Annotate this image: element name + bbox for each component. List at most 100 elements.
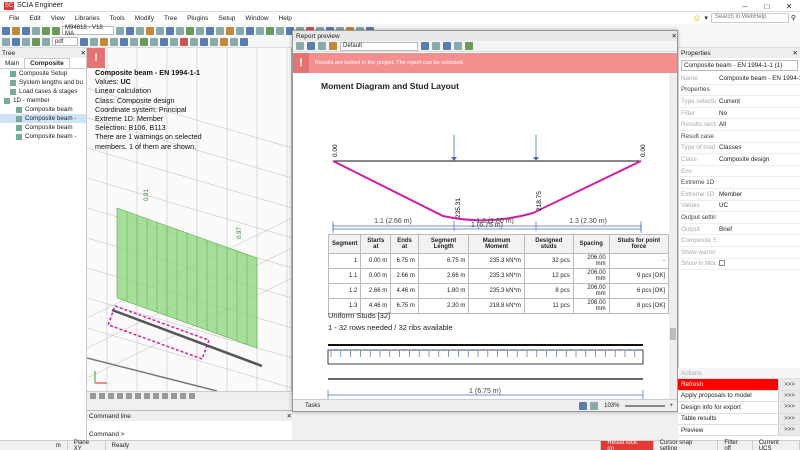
ucs-status[interactable]: Current UCS <box>753 440 800 450</box>
menu-tools[interactable]: Tools <box>105 15 130 22</box>
tool-icon[interactable] <box>226 26 234 35</box>
tool-icon[interactable] <box>256 26 264 35</box>
view-icon[interactable] <box>189 393 195 399</box>
command-input[interactable]: Command > <box>87 431 292 438</box>
tool-icon[interactable] <box>166 26 174 35</box>
properties-object-combo[interactable]: Composite beam - EN 1994-1-1 (1) <box>681 60 798 71</box>
zoom-slider[interactable] <box>625 404 666 407</box>
property-row[interactable]: Extreme 1D Member <box>679 189 800 201</box>
redo-icon[interactable] <box>52 26 60 35</box>
tool-icon[interactable] <box>126 26 134 35</box>
action-button[interactable]: >>> <box>778 402 800 413</box>
view-icon[interactable] <box>99 393 105 399</box>
property-row[interactable]: Name Composite beam - EN 1994-1-1 (1) <box>679 73 800 85</box>
tool-icon[interactable] <box>146 26 154 35</box>
menu-tree[interactable]: Tree <box>159 15 182 22</box>
search-input[interactable]: Search in WebHelp <box>710 13 789 23</box>
property-row[interactable]: Show in Model D... <box>679 259 800 271</box>
view-icon[interactable] <box>108 393 114 399</box>
menu-window[interactable]: Window <box>240 15 273 22</box>
menu-edit[interactable]: Edit <box>24 15 45 22</box>
search-icon[interactable]: ⚲ <box>791 14 796 22</box>
tool-icon[interactable] <box>186 26 194 35</box>
tool-icon[interactable] <box>240 37 248 46</box>
tree-item[interactable]: Composite beam <box>0 105 86 114</box>
tree-item[interactable]: 1D - member <box>0 96 86 105</box>
property-row[interactable]: Output settings <box>679 212 800 224</box>
pdf-combo[interactable]: pdf <box>52 37 78 46</box>
cursor-snap-status[interactable]: Cursor snap setting <box>654 440 719 450</box>
view-icon[interactable] <box>144 393 150 399</box>
property-row[interactable]: Extreme 1D <box>679 177 800 189</box>
tool-icon[interactable] <box>266 26 274 35</box>
view-icon[interactable] <box>135 393 141 399</box>
tree-item[interactable]: Composite Setup <box>0 69 86 78</box>
tool-icon[interactable] <box>150 37 158 46</box>
tool-icon[interactable] <box>190 37 198 46</box>
view-icon[interactable] <box>180 393 186 399</box>
dropdown-arrow-icon[interactable]: ▾ <box>704 14 708 22</box>
tool-icon[interactable] <box>206 26 214 35</box>
tool-icon[interactable] <box>216 26 224 35</box>
tool-icon[interactable] <box>12 37 20 46</box>
tree-item[interactable]: System lengths and bu <box>0 78 86 87</box>
tool-icon[interactable] <box>120 37 128 46</box>
undo-icon[interactable] <box>42 26 50 35</box>
close-icon[interactable]: ✕ <box>81 49 86 57</box>
tool-icon[interactable] <box>100 37 108 46</box>
layout-icon[interactable] <box>421 42 429 50</box>
layout-icon[interactable] <box>443 42 451 50</box>
close-icon[interactable]: ✕ <box>672 32 677 40</box>
save-icon[interactable] <box>22 26 30 35</box>
calculator-icon[interactable] <box>454 42 462 50</box>
property-row[interactable]: Result case <box>679 131 800 143</box>
settings-icon[interactable] <box>296 42 304 50</box>
property-row[interactable]: Show warnings... <box>679 247 800 259</box>
beam-combo[interactable]: M94818 - V18 MA <box>62 25 114 37</box>
tool-icon[interactable] <box>220 37 228 46</box>
tool-icon[interactable] <box>246 26 254 35</box>
action-row[interactable]: Refresh >>> <box>678 379 800 391</box>
property-row[interactable]: Values UC <box>679 201 800 213</box>
menu-libraries[interactable]: Libraries <box>70 15 105 22</box>
tool-icon[interactable] <box>230 37 238 46</box>
action-button[interactable]: >>> <box>778 424 800 436</box>
style-combo[interactable]: Default <box>340 41 418 51</box>
tool-icon[interactable] <box>110 37 118 46</box>
property-row[interactable]: Filter No <box>679 108 800 120</box>
action-row[interactable]: Table results >>> <box>678 413 800 425</box>
view-icon[interactable] <box>162 393 168 399</box>
tool-icon[interactable] <box>2 37 10 46</box>
tool-icon[interactable] <box>140 37 148 46</box>
tree-item[interactable]: Load cases & stages <box>0 87 86 96</box>
tool-icon[interactable] <box>80 37 88 46</box>
property-row[interactable]: Type of load Classes <box>679 143 800 155</box>
print-icon[interactable] <box>32 26 40 35</box>
maximize-icon[interactable]: □ <box>756 0 778 12</box>
view-icon[interactable] <box>126 393 132 399</box>
tool-icon[interactable] <box>236 26 244 35</box>
tool-icon[interactable] <box>210 37 218 46</box>
print-icon[interactable] <box>307 42 315 50</box>
checkbox[interactable] <box>719 259 725 266</box>
menu-file[interactable]: File <box>4 15 24 22</box>
property-row[interactable]: Output Brief <box>679 224 800 236</box>
tool-icon[interactable] <box>276 26 284 35</box>
tree-item[interactable]: Composite beam - <box>0 114 86 123</box>
layout-icon[interactable] <box>432 42 440 50</box>
property-row[interactable]: Properties <box>679 85 800 97</box>
tool-icon[interactable] <box>42 37 50 46</box>
tree-item[interactable]: Composite beam <box>0 123 86 132</box>
action-button[interactable]: >>> <box>778 413 800 424</box>
action-row[interactable]: Apply proposals to model >>> <box>678 390 800 403</box>
tree-item[interactable]: Composite beam - <box>0 132 86 141</box>
tool-icon[interactable] <box>170 37 178 46</box>
tool-icon[interactable] <box>32 37 40 46</box>
menu-plugins[interactable]: Plugins <box>182 15 213 22</box>
tool-icon[interactable] <box>156 26 164 35</box>
tool-icon[interactable] <box>160 37 168 46</box>
action-button[interactable]: >>> <box>778 390 800 402</box>
tool-icon[interactable] <box>22 37 30 46</box>
property-row[interactable]: Class Composite design <box>679 154 800 166</box>
warning-icon[interactable]: ! <box>87 48 105 68</box>
